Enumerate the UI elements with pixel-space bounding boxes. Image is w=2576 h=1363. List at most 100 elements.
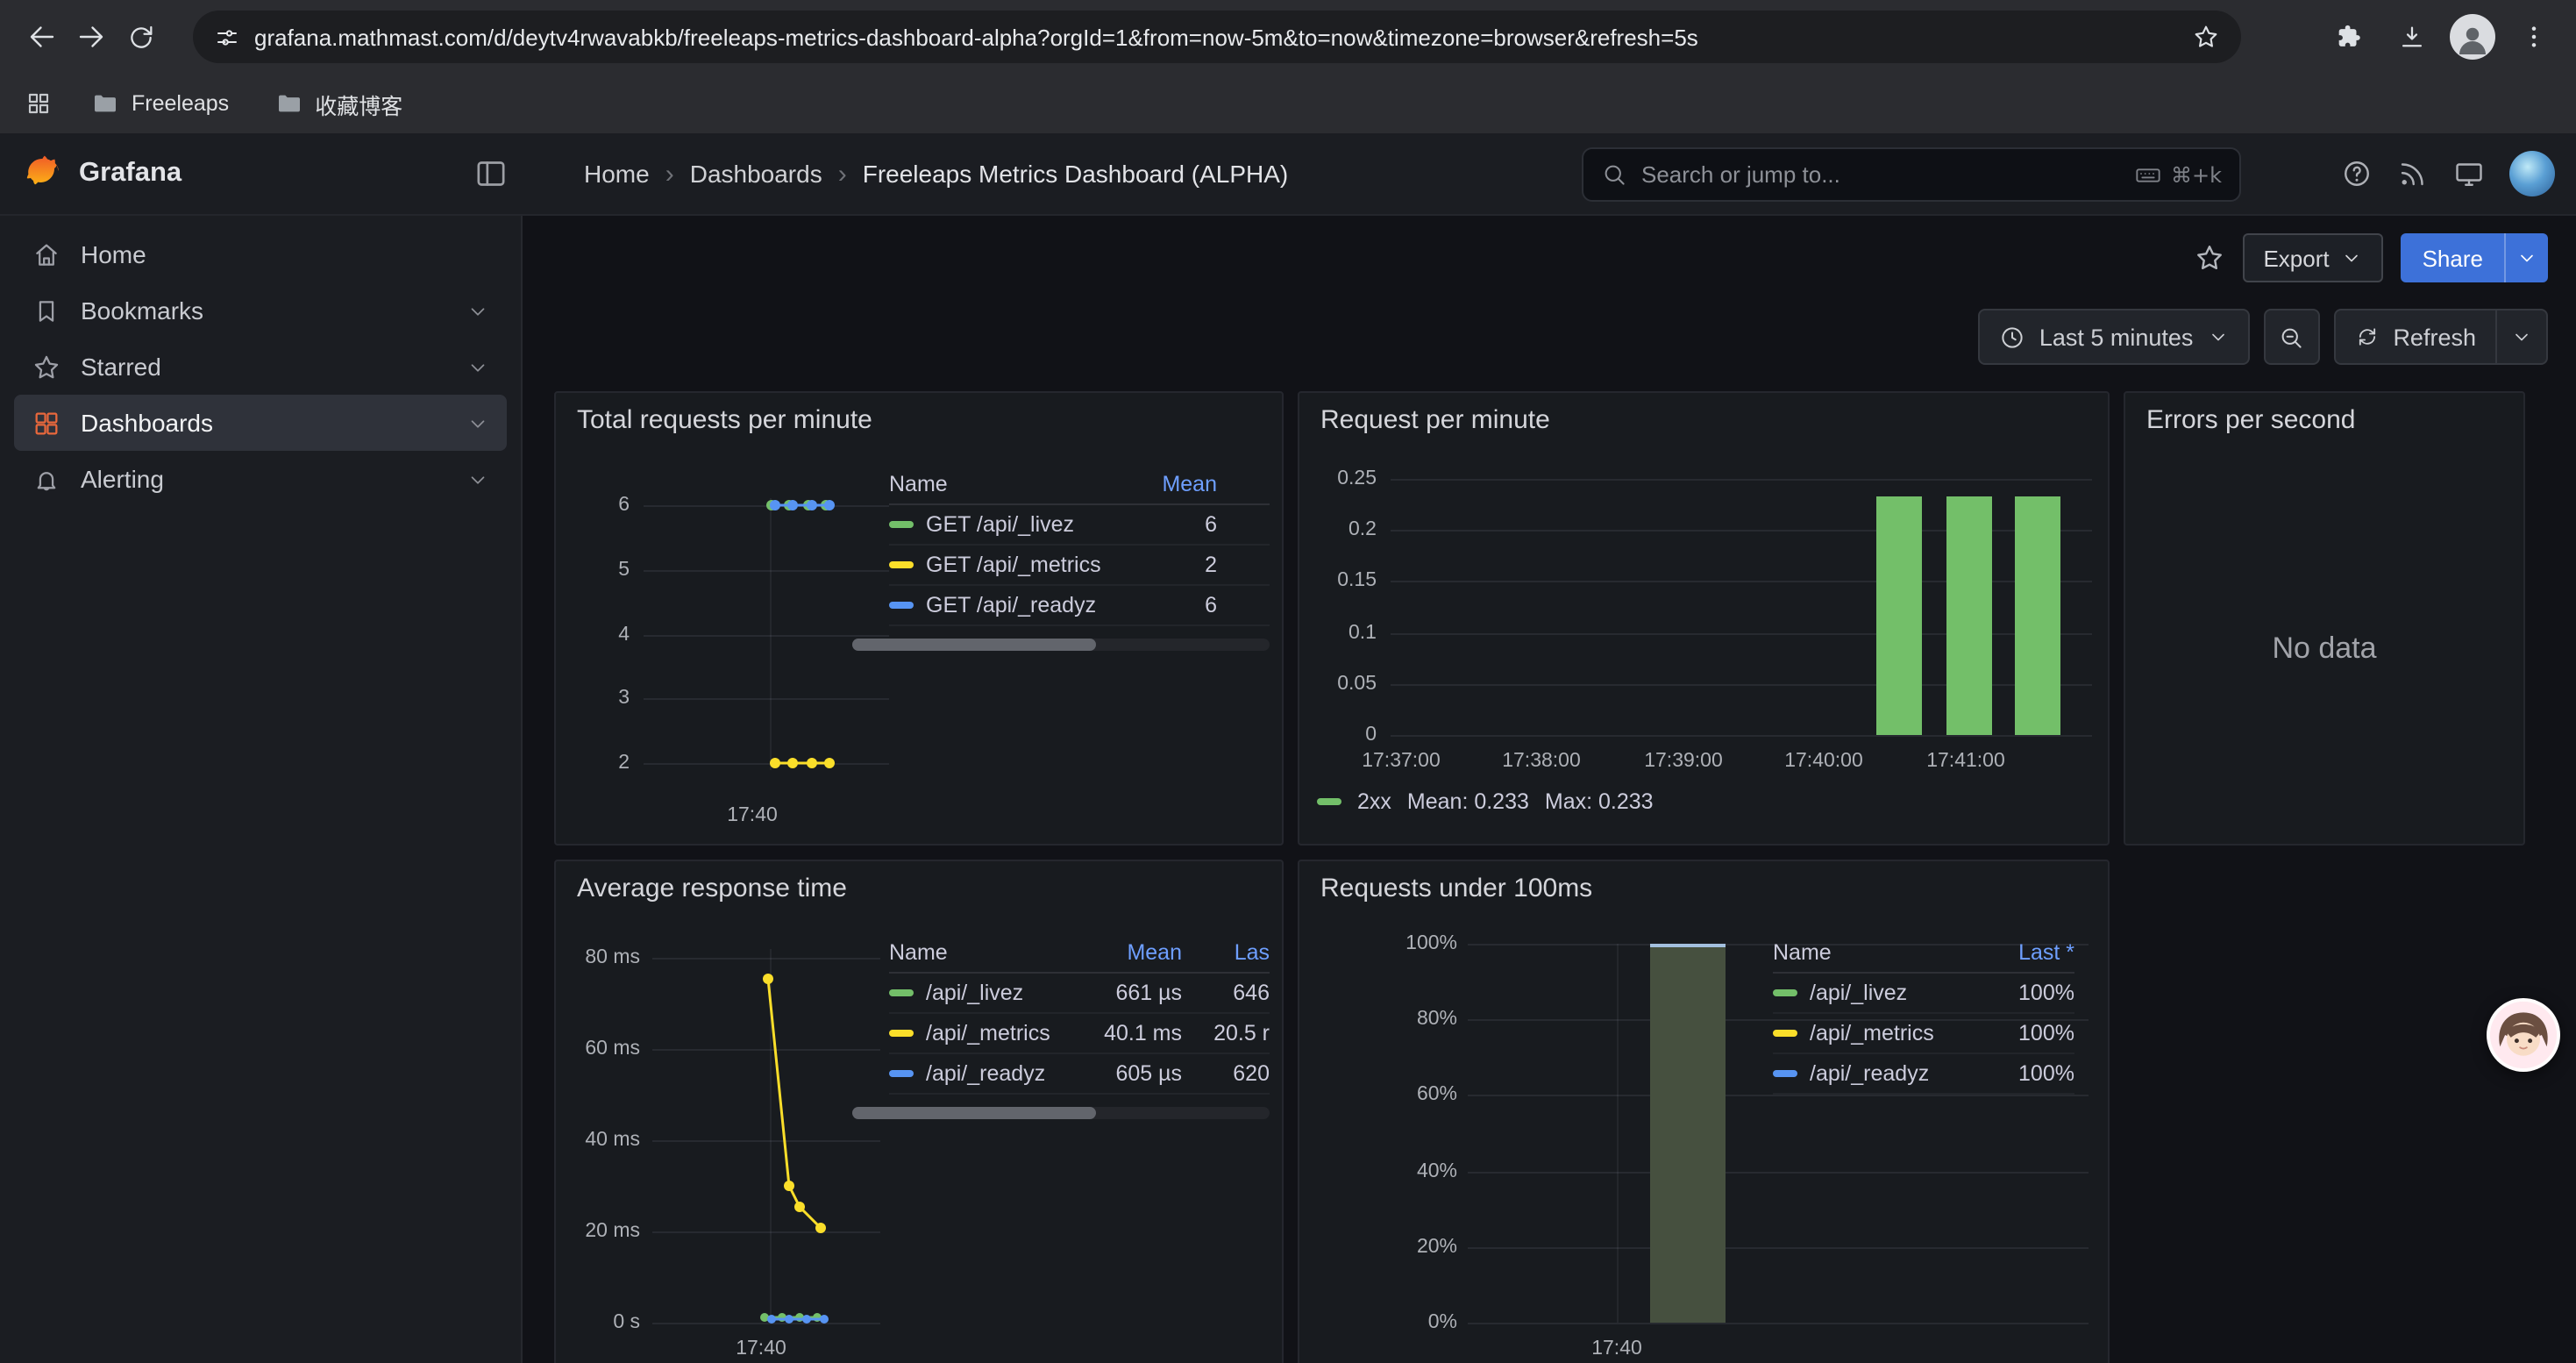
grafana-logo[interactable] [21,153,63,195]
time-controls: Last 5 minutes Refresh [1978,309,2548,365]
refresh-interval-caret[interactable] [2497,309,2548,365]
menu-kebab-icon[interactable] [2509,12,2558,61]
help-icon[interactable] [2341,158,2373,189]
sidebar-item-alerting[interactable]: Alerting [14,451,507,507]
y-axis-tick: 0 [1299,723,1377,747]
share-caret-button[interactable] [2506,247,2548,268]
back-button[interactable] [18,12,67,61]
browser-profile-avatar[interactable] [2450,14,2495,60]
panel-total-requests-per-minute: Total requests per minute 6 5 4 3 2 17:4… [554,391,1284,846]
dashboards-icon [32,408,61,438]
legend-row[interactable]: GET /api/_livez 6 [889,505,1270,546]
legend-header-name[interactable]: Name [1773,939,1969,964]
bookmark-folder-freeleaps[interactable]: Freeleaps [91,89,229,118]
panel-request-per-minute: Request per minute 0.25 0.2 0.15 0.1 0.0… [1298,391,2110,846]
sidebar-item-dashboards[interactable]: Dashboards [14,395,507,451]
news-rss-icon[interactable] [2397,158,2429,189]
time-range-picker[interactable]: Last 5 minutes [1978,309,2250,365]
legend-header-mean[interactable]: Mean [1115,471,1217,496]
legend-header-mean[interactable]: Mean [1080,939,1182,964]
series-name: GET /api/_readyz [926,593,1115,617]
legend-row[interactable]: /api/_livez 100% [1773,974,2074,1014]
url-input[interactable] [254,24,2178,50]
bookmark-folder-blogs[interactable]: 收藏博客 [274,87,402,120]
search-icon [1601,161,1627,188]
legend-table: Name Mean GET /api/_livez 6 GET /api/_me… [889,463,1270,626]
sidebar-item-bookmarks[interactable]: Bookmarks [14,282,507,339]
series-color-dash [889,1070,914,1077]
bar-2xx[interactable] [2015,496,2060,735]
assistant-avatar-fab[interactable] [2487,998,2560,1072]
chevron-down-icon [2511,326,2532,347]
dock-menu-button[interactable] [473,156,509,191]
legend-header-name[interactable]: Name [889,471,1115,496]
y-axis-tick: 60% [1299,1082,1457,1107]
export-button[interactable]: Export [2242,233,2383,282]
bar-2xx[interactable] [1946,496,1992,735]
legend-header-name[interactable]: Name [889,939,1080,964]
share-button[interactable]: Share [2402,233,2548,282]
legend-row[interactable]: /api/_readyz 100% [1773,1054,2074,1095]
chevron-down-icon[interactable] [466,467,489,490]
forward-button[interactable] [67,12,116,61]
legend-header-last[interactable]: Las [1182,939,1270,964]
user-avatar[interactable] [2509,151,2555,196]
scrollbar-thumb[interactable] [852,639,1096,651]
series-color-dash [1317,798,1341,805]
series-last: 100% [1969,1021,2074,1045]
search-input[interactable] [1641,161,2134,188]
chevron-down-icon[interactable] [466,411,489,434]
chevron-down-icon[interactable] [466,355,489,378]
breadcrumb-home[interactable]: Home [584,160,650,188]
bar-2xx[interactable] [1876,496,1922,735]
series-name[interactable]: 2xx [1357,789,1391,814]
bookmark-star-icon[interactable] [2192,23,2220,51]
folder-icon [91,89,119,118]
site-info-icon[interactable] [214,24,240,50]
y-axis-tick: 0.05 [1299,672,1377,696]
chevron-down-icon[interactable] [466,299,489,322]
home-icon [32,239,61,269]
scrollbar-thumb[interactable] [852,1107,1096,1119]
panel-requests-under-100ms: Requests under 100ms 100% 80% 60% 40% 20… [1298,860,2110,1363]
apps-grid-icon[interactable] [25,89,53,118]
favorite-star-button[interactable] [2193,242,2224,274]
series-last: 100% [1969,1061,2074,1086]
monitor-icon[interactable] [2453,158,2485,189]
legend-row[interactable]: GET /api/_metrics 2 [889,546,1270,586]
panel-title[interactable]: Requests under 100ms [1320,874,1592,903]
y-axis-tick: 0.2 [1299,517,1377,542]
panel-title[interactable]: Request per minute [1320,405,1550,435]
series-name: /api/_readyz [926,1061,1080,1086]
panel-title[interactable]: Errors per second [2146,405,2355,435]
legend-row[interactable]: GET /api/_readyz 6 [889,586,1270,626]
reload-button[interactable] [116,12,165,61]
legend-row[interactable]: /api/_livez 661 µs 646 [889,974,1270,1014]
horizontal-scrollbar[interactable] [852,639,1270,651]
legend-header-last[interactable]: Last * [1969,939,2074,964]
zoom-out-button[interactable] [2263,309,2319,365]
series-mean: 6 [1115,512,1217,537]
bar-percentage[interactable] [1650,944,1726,1323]
legend-row[interactable]: /api/_metrics 40.1 ms 20.5 r [889,1014,1270,1054]
breadcrumb-dashboards[interactable]: Dashboards [690,160,822,188]
legend-row[interactable]: /api/_readyz 605 µs 620 [889,1054,1270,1095]
folder-icon [274,89,302,118]
horizontal-scrollbar[interactable] [852,1107,1270,1119]
refresh-button[interactable]: Refresh [2333,309,2497,365]
download-icon[interactable] [2387,12,2436,61]
series-color-dash [1773,1070,1797,1077]
series-mean: 2 [1115,553,1217,577]
browser-toolbar-right [2323,12,2558,61]
url-bar[interactable] [193,11,2241,63]
extensions-icon[interactable] [2323,12,2373,61]
y-axis-tick: 40% [1299,1160,1457,1184]
search-bar[interactable]: ⌘+k [1582,147,2241,202]
sidebar-item-label: Dashboards [81,409,213,437]
sidebar-item-starred[interactable]: Starred [14,339,507,395]
y-axis-tick: 0.15 [1299,568,1377,593]
sidebar-item-home[interactable]: Home [14,226,507,282]
legend: 2xx Mean: 0.233 Max: 0.233 [1317,789,1654,814]
legend-row[interactable]: /api/_metrics 100% [1773,1014,2074,1054]
x-axis-tick: 17:37:00 [1348,749,1454,774]
